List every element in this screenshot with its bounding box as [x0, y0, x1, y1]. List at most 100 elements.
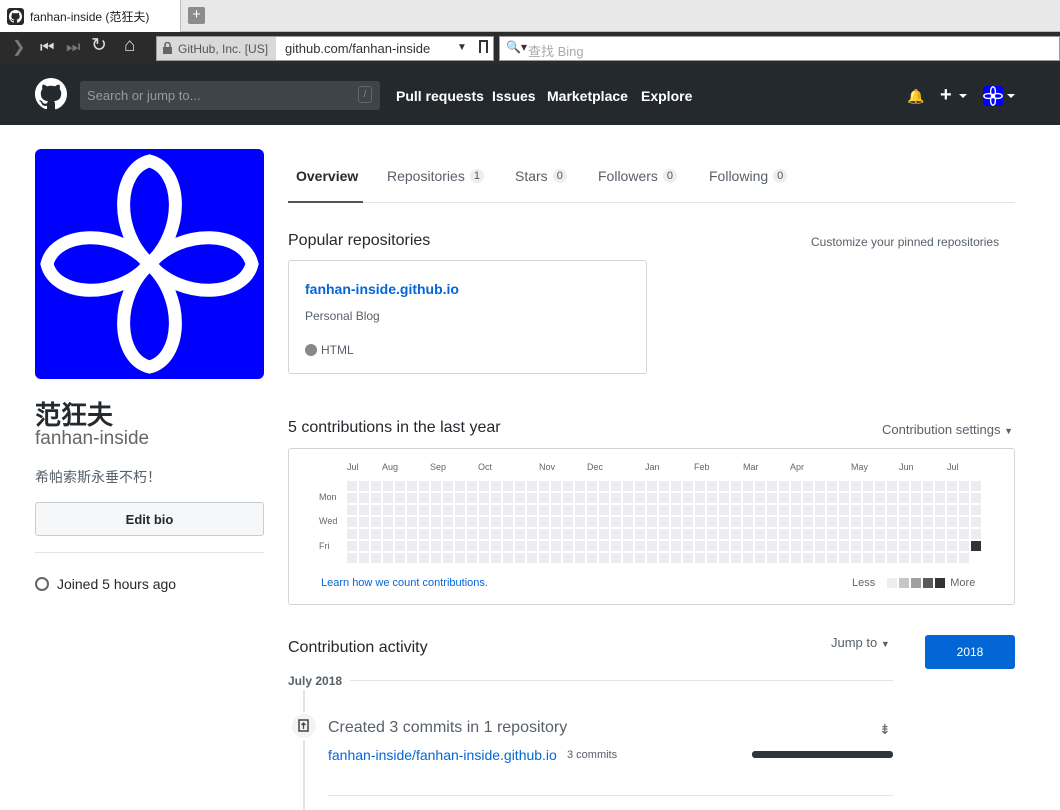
contribution-day-cell[interactable] — [455, 517, 465, 527]
contribution-day-cell[interactable] — [647, 517, 657, 527]
user-avatar-small[interactable] — [983, 86, 1003, 106]
contribution-day-cell[interactable] — [395, 505, 405, 515]
contribution-day-cell[interactable] — [647, 481, 657, 491]
contribution-day-cell[interactable] — [551, 553, 561, 563]
contribution-day-cell[interactable] — [527, 541, 537, 551]
contribution-day-cell[interactable] — [827, 505, 837, 515]
contribution-day-cell[interactable] — [791, 505, 801, 515]
contribution-day-cell[interactable] — [479, 541, 489, 551]
contribution-day-cell[interactable] — [707, 553, 717, 563]
contribution-day-cell[interactable] — [767, 481, 777, 491]
contribution-day-cell[interactable] — [659, 517, 669, 527]
reload-icon[interactable]: ↻ — [91, 36, 107, 55]
contribution-day-cell[interactable] — [479, 493, 489, 503]
contribution-day-cell[interactable] — [707, 493, 717, 503]
contribution-day-cell[interactable] — [731, 517, 741, 527]
contribution-day-cell[interactable] — [347, 493, 357, 503]
contribution-day-cell[interactable] — [719, 481, 729, 491]
contribution-day-cell[interactable] — [407, 541, 417, 551]
contribution-day-cell[interactable] — [467, 553, 477, 563]
contribution-day-cell[interactable] — [731, 505, 741, 515]
contribution-day-cell[interactable] — [491, 481, 501, 491]
contribution-day-cell[interactable] — [707, 481, 717, 491]
contribution-day-cell[interactable] — [395, 493, 405, 503]
contribution-day-cell[interactable] — [587, 517, 597, 527]
contribution-day-cell[interactable] — [575, 541, 585, 551]
contribution-day-cell[interactable] — [455, 553, 465, 563]
contribution-day-cell[interactable] — [839, 481, 849, 491]
github-logo-icon[interactable] — [35, 78, 67, 110]
nav-marketplace[interactable]: Marketplace — [547, 88, 628, 104]
contribution-day-cell[interactable] — [611, 493, 621, 503]
contribution-day-cell[interactable] — [719, 517, 729, 527]
contribution-day-cell[interactable] — [467, 505, 477, 515]
contribution-day-cell[interactable] — [539, 517, 549, 527]
contribution-day-cell[interactable] — [635, 529, 645, 539]
contribution-day-cell[interactable] — [683, 481, 693, 491]
contribution-day-cell[interactable] — [419, 493, 429, 503]
contribution-day-cell[interactable] — [515, 517, 525, 527]
contribution-day-cell[interactable] — [455, 541, 465, 551]
contribution-day-cell[interactable] — [587, 541, 597, 551]
contribution-day-cell[interactable] — [575, 517, 585, 527]
contribution-day-cell[interactable] — [395, 517, 405, 527]
contribution-day-cell[interactable] — [539, 481, 549, 491]
contribution-day-cell[interactable] — [887, 505, 897, 515]
contribution-day-cell[interactable] — [899, 529, 909, 539]
contribution-day-cell[interactable] — [419, 529, 429, 539]
contribution-day-cell[interactable] — [431, 517, 441, 527]
contribution-day-cell[interactable] — [395, 553, 405, 563]
contribution-day-cell[interactable] — [887, 529, 897, 539]
contribution-day-cell[interactable] — [911, 493, 921, 503]
contribution-day-cell[interactable] — [851, 481, 861, 491]
contribution-day-cell[interactable] — [683, 541, 693, 551]
contribution-day-cell[interactable] — [875, 517, 885, 527]
contribution-day-cell[interactable] — [551, 541, 561, 551]
contribution-day-cell[interactable] — [959, 493, 969, 503]
year-button-2018[interactable]: 2018 — [925, 635, 1015, 669]
contribution-day-cell[interactable] — [359, 493, 369, 503]
contribution-day-cell[interactable] — [467, 493, 477, 503]
contribution-day-cell[interactable] — [407, 481, 417, 491]
contribution-day-cell[interactable] — [839, 553, 849, 563]
contribution-day-cell[interactable] — [887, 553, 897, 563]
tab-repositories[interactable]: Repositories 1 — [387, 168, 484, 184]
contribution-day-cell[interactable] — [443, 553, 453, 563]
contribution-day-cell[interactable] — [839, 541, 849, 551]
contribution-day-cell[interactable] — [899, 553, 909, 563]
contribution-day-cell[interactable] — [503, 493, 513, 503]
create-new-plus-icon[interactable]: + — [940, 84, 952, 107]
contribution-day-cell[interactable] — [947, 517, 957, 527]
contribution-day-cell[interactable] — [407, 505, 417, 515]
contribution-day-cell[interactable] — [671, 505, 681, 515]
contribution-day-cell[interactable] — [707, 541, 717, 551]
contribution-day-cell[interactable] — [743, 505, 753, 515]
contribution-day-cell[interactable] — [467, 529, 477, 539]
contribution-day-cell[interactable] — [923, 517, 933, 527]
contribution-day-cell[interactable] — [623, 493, 633, 503]
contribution-day-cell[interactable] — [671, 553, 681, 563]
contribution-day-cell[interactable] — [647, 529, 657, 539]
contribution-day-cell[interactable] — [875, 541, 885, 551]
contribution-day-cell[interactable] — [731, 529, 741, 539]
contribution-day-cell[interactable] — [935, 541, 945, 551]
contribution-day-cell[interactable] — [347, 517, 357, 527]
contribution-day-cell[interactable] — [527, 493, 537, 503]
contribution-day-cell[interactable] — [611, 529, 621, 539]
contribution-day-cell[interactable] — [599, 505, 609, 515]
jump-to-dropdown[interactable]: Jump to ▼ — [831, 635, 890, 650]
contribution-day-cell[interactable] — [743, 553, 753, 563]
contribution-day-cell[interactable] — [743, 517, 753, 527]
contribution-day-cell[interactable] — [959, 505, 969, 515]
contribution-day-cell[interactable] — [503, 517, 513, 527]
contribution-day-cell[interactable] — [503, 505, 513, 515]
contribution-day-cell[interactable] — [575, 481, 585, 491]
url-dropdown-icon[interactable]: ▼ — [457, 42, 467, 53]
contribution-day-cell[interactable] — [635, 505, 645, 515]
contribution-day-cell[interactable] — [575, 505, 585, 515]
contribution-day-cell[interactable] — [467, 517, 477, 527]
contribution-day-cell[interactable] — [851, 517, 861, 527]
contribution-day-cell[interactable] — [719, 505, 729, 515]
contribution-day-cell[interactable] — [827, 493, 837, 503]
contribution-day-cell[interactable] — [755, 529, 765, 539]
